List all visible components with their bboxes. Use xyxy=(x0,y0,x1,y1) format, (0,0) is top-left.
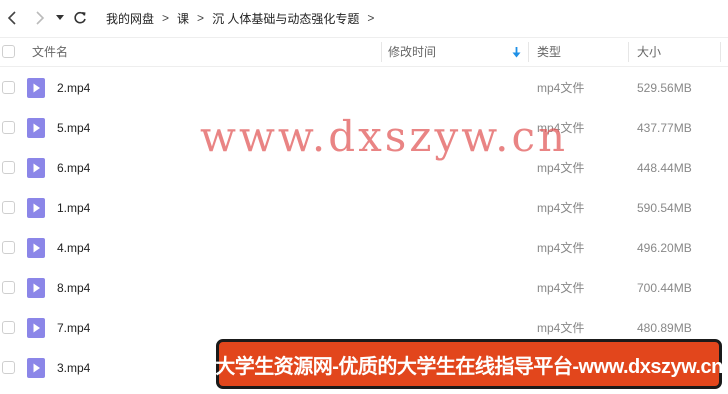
file-name[interactable]: 5.mp4 xyxy=(57,108,90,148)
video-file-icon xyxy=(27,198,45,218)
column-divider[interactable] xyxy=(528,42,529,62)
chevron-right-icon xyxy=(36,11,45,25)
select-all-checkbox[interactable] xyxy=(2,45,15,58)
history-dropdown-button[interactable] xyxy=(52,0,68,36)
navigation-bar: 我的网盘 > 课 > 沉 人体基础与动态强化专题 > xyxy=(0,0,728,36)
row-checkbox[interactable] xyxy=(2,361,15,374)
file-size: 496.20MB xyxy=(637,241,692,255)
file-name[interactable]: 8.mp4 xyxy=(57,268,90,308)
back-button[interactable] xyxy=(0,0,24,36)
file-row[interactable]: 4.mp4 mp4文件 496.20MB xyxy=(0,228,728,268)
file-row[interactable]: 1.mp4 mp4文件 590.54MB xyxy=(0,188,728,228)
column-header-modified[interactable]: 修改时间 xyxy=(388,38,436,66)
video-file-icon xyxy=(27,278,45,298)
refresh-icon xyxy=(74,11,86,24)
video-file-icon xyxy=(27,318,45,338)
file-name[interactable]: 2.mp4 xyxy=(57,68,90,108)
video-file-icon xyxy=(27,238,45,258)
forward-button[interactable] xyxy=(28,0,52,36)
file-name[interactable]: 1.mp4 xyxy=(57,188,90,228)
column-header-size[interactable]: 大小 xyxy=(637,38,661,66)
file-size: 590.54MB xyxy=(637,201,692,215)
breadcrumb: 我的网盘 > 课 > 沉 人体基础与动态强化专题 > xyxy=(106,10,382,27)
file-name[interactable]: 7.mp4 xyxy=(57,308,90,348)
refresh-button[interactable] xyxy=(68,0,92,36)
file-type: mp4文件 xyxy=(537,121,585,135)
file-size: 700.44MB xyxy=(637,281,692,295)
file-type: mp4文件 xyxy=(537,161,585,175)
video-file-icon xyxy=(27,118,45,138)
column-divider[interactable] xyxy=(720,42,721,62)
file-size: 529.56MB xyxy=(637,81,692,95)
breadcrumb-separator: > xyxy=(367,11,375,25)
video-file-icon xyxy=(27,358,45,378)
file-row[interactable]: 8.mp4 mp4文件 700.44MB xyxy=(0,268,728,308)
file-list-header: 文件名 修改时间 类型 大小 xyxy=(0,37,728,67)
row-checkbox[interactable] xyxy=(2,81,15,94)
row-checkbox[interactable] xyxy=(2,121,15,134)
file-size: 448.44MB xyxy=(637,161,692,175)
promo-banner: 大学生资源网-优质的大学生在线指导平台-www.dxszyw.cn xyxy=(215,339,723,389)
file-name[interactable]: 6.mp4 xyxy=(57,148,90,188)
promo-banner-text: 大学生资源网-优质的大学生在线指导平台-www.dxszyw.cn xyxy=(215,355,723,378)
file-type: mp4文件 xyxy=(537,201,585,215)
breadcrumb-separator: > xyxy=(197,11,205,25)
row-checkbox[interactable] xyxy=(2,321,15,334)
file-name[interactable]: 3.mp4 xyxy=(57,348,90,388)
row-checkbox[interactable] xyxy=(2,281,15,294)
row-checkbox[interactable] xyxy=(2,241,15,254)
video-file-icon xyxy=(27,78,45,98)
breadcrumb-root[interactable]: 我的网盘 xyxy=(106,10,154,27)
file-name[interactable]: 4.mp4 xyxy=(57,228,90,268)
file-type: mp4文件 xyxy=(537,81,585,95)
sort-arrow-down-icon xyxy=(512,47,521,58)
file-type: mp4文件 xyxy=(537,241,585,255)
row-checkbox[interactable] xyxy=(2,201,15,214)
row-checkbox[interactable] xyxy=(2,161,15,174)
column-header-type[interactable]: 类型 xyxy=(537,38,561,66)
file-row[interactable]: 6.mp4 mp4文件 448.44MB xyxy=(0,148,728,188)
breadcrumb-folder-course[interactable]: 课 xyxy=(177,10,189,27)
file-size: 437.77MB xyxy=(637,121,692,135)
file-row[interactable]: 5.mp4 mp4文件 437.77MB xyxy=(0,108,728,148)
video-file-icon xyxy=(27,158,45,178)
chevron-left-icon xyxy=(7,11,16,25)
sort-button[interactable] xyxy=(512,47,521,59)
file-type: mp4文件 xyxy=(537,281,585,295)
breadcrumb-current-folder[interactable]: 沉 人体基础与动态强化专题 xyxy=(212,10,359,27)
column-divider[interactable] xyxy=(381,42,382,62)
caret-down-icon xyxy=(56,15,64,20)
breadcrumb-separator: > xyxy=(162,11,170,25)
file-row[interactable]: 2.mp4 mp4文件 529.56MB xyxy=(0,68,728,108)
column-header-name[interactable]: 文件名 xyxy=(32,38,68,66)
column-divider[interactable] xyxy=(628,42,629,62)
